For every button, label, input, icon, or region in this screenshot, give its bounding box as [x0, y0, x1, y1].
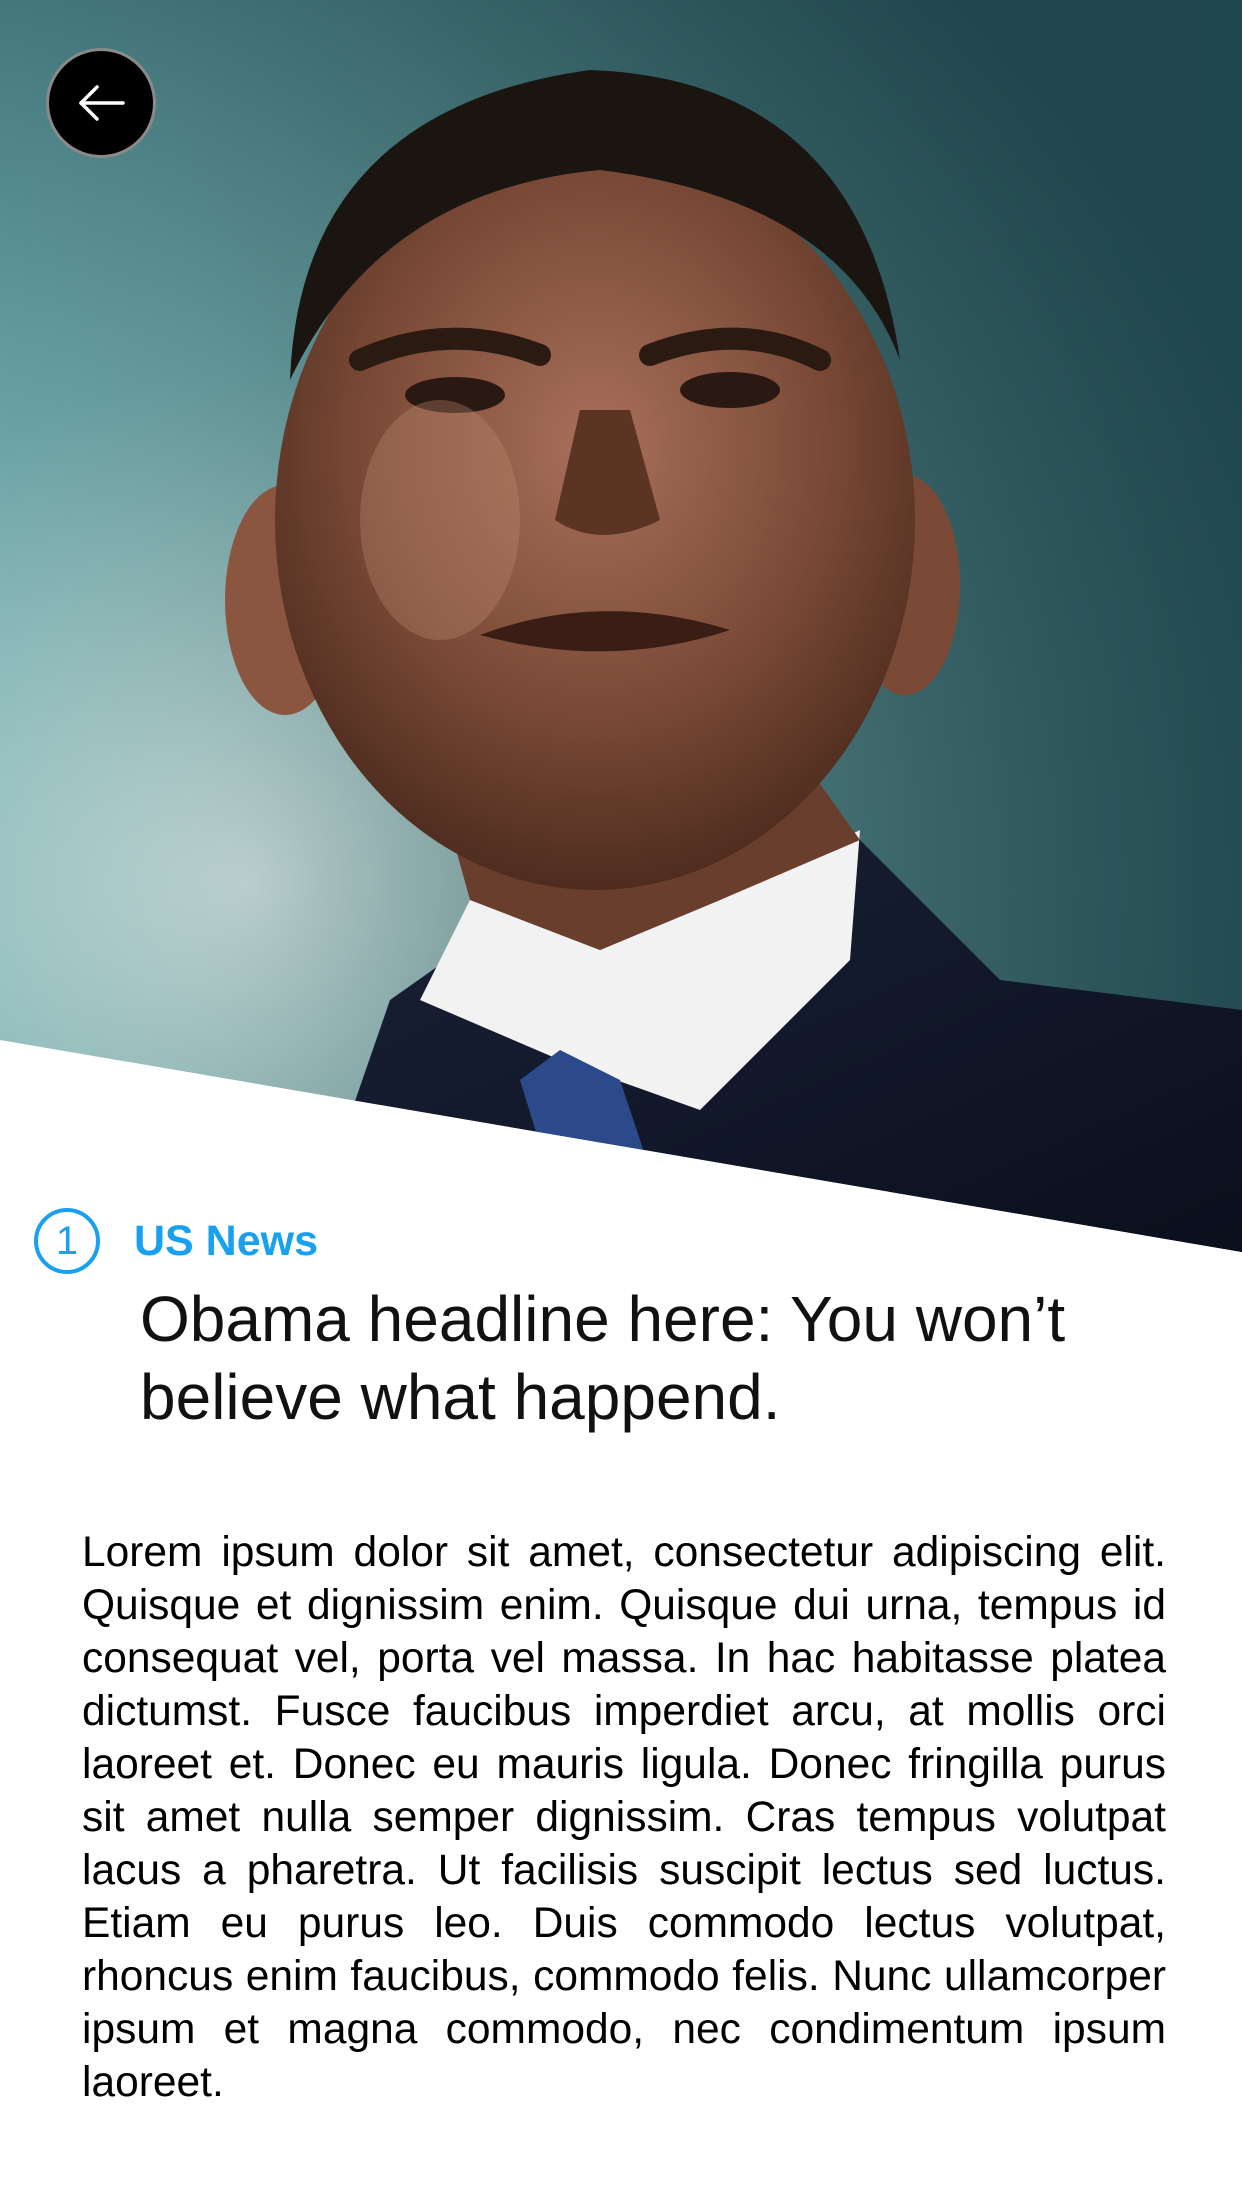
- article-meta: 1 US News: [34, 1205, 318, 1277]
- portrait-photo: [0, 0, 1242, 1252]
- arrow-left-icon: [79, 85, 125, 121]
- rank-badge: 1: [34, 1208, 100, 1274]
- article-body: Lorem ipsum dolor sit amet, consectetur …: [82, 1529, 1166, 2106]
- category-link[interactable]: US News: [134, 1217, 318, 1266]
- hero-image: [0, 0, 1242, 1260]
- back-button[interactable]: [46, 48, 156, 158]
- article-headline: Obama headline here: You won’t believe w…: [140, 1283, 1066, 1433]
